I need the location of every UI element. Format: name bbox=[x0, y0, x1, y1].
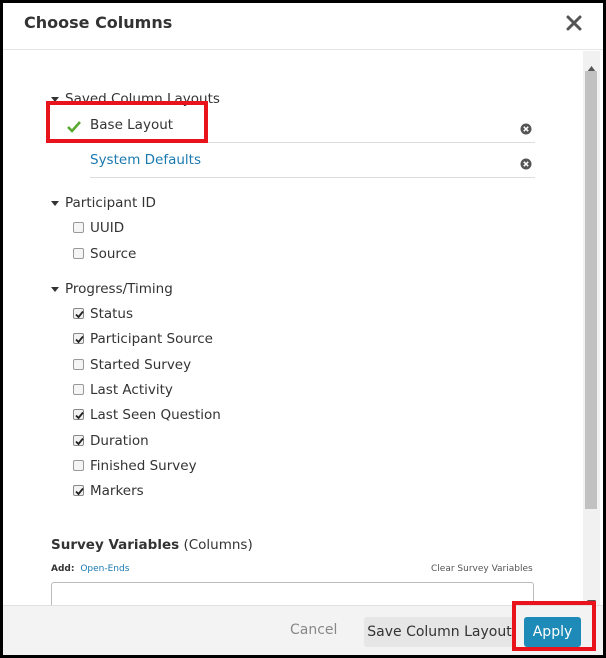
clear-survey-variables-link[interactable]: Clear Survey Variables bbox=[431, 564, 533, 574]
chevron-down-icon bbox=[516, 595, 526, 605]
layout-item-system-defaults[interactable]: System Defaults bbox=[90, 144, 535, 178]
checkbox-label: UUID bbox=[90, 220, 125, 236]
checkbox-checked[interactable] bbox=[73, 485, 84, 496]
checkbox-label: Finished Survey bbox=[90, 458, 197, 474]
choose-columns-dialog: Choose Columns Saved Column Layouts Base… bbox=[3, 3, 603, 655]
add-label: Add: bbox=[51, 564, 75, 574]
layout-name: Base Layout bbox=[90, 117, 174, 133]
caret-down-icon bbox=[51, 287, 59, 292]
caret-down-icon bbox=[51, 97, 59, 102]
checkmark-icon bbox=[67, 118, 81, 133]
section-label: Progress/Timing bbox=[65, 281, 173, 297]
checkbox-box[interactable] bbox=[73, 222, 84, 233]
checkbox-label: Status bbox=[90, 306, 134, 322]
layout-name-link[interactable]: System Defaults bbox=[90, 152, 201, 168]
checkbox-box[interactable] bbox=[73, 248, 84, 259]
checkbox-label: Participant Source bbox=[90, 331, 213, 347]
add-row: Add: Open-Ends bbox=[51, 564, 129, 574]
scroll-up-arrow-icon[interactable] bbox=[587, 57, 596, 72]
survey-variables-select[interactable] bbox=[51, 582, 534, 605]
checkbox-checked[interactable] bbox=[73, 435, 84, 446]
checkbox-checked[interactable] bbox=[73, 333, 84, 344]
checkbox-label: Last Seen Question bbox=[90, 407, 221, 423]
save-column-layout-button[interactable]: Save Column Layout bbox=[364, 617, 515, 647]
dialog-footer: Cancel Save Column Layout Apply bbox=[3, 605, 603, 655]
checkbox-box[interactable] bbox=[73, 359, 84, 370]
remove-circle-icon[interactable] bbox=[520, 155, 532, 170]
scroll-down-arrow-icon[interactable] bbox=[587, 591, 596, 606]
section-label: Participant ID bbox=[65, 195, 156, 211]
layout-item-base-layout[interactable]: Base Layout bbox=[67, 109, 535, 143]
close-icon[interactable] bbox=[564, 13, 584, 33]
checkbox-label: Duration bbox=[90, 433, 149, 449]
dialog-body: Saved Column Layouts Base Layout System … bbox=[3, 51, 603, 605]
checkbox-checked[interactable] bbox=[73, 409, 84, 420]
dialog-title: Choose Columns bbox=[24, 13, 173, 32]
checkbox-box[interactable] bbox=[73, 384, 84, 395]
cancel-button[interactable]: Cancel bbox=[290, 622, 337, 638]
checkbox-label: Last Activity bbox=[90, 382, 173, 398]
survey-variables-title: Survey Variables (Columns) bbox=[51, 537, 253, 553]
section-label: Saved Column Layouts bbox=[65, 91, 220, 107]
checkbox-label: Started Survey bbox=[90, 357, 192, 373]
checkbox-box[interactable] bbox=[73, 460, 84, 471]
survey-variables-heading: Survey Variables bbox=[51, 537, 180, 553]
dialog-header: Choose Columns bbox=[3, 3, 603, 50]
checkbox-label: Source bbox=[90, 246, 137, 262]
checkbox-checked[interactable] bbox=[73, 308, 84, 319]
checkbox-label: Markers bbox=[90, 483, 144, 499]
caret-down-icon bbox=[51, 201, 59, 206]
scrollbar-thumb[interactable] bbox=[585, 71, 597, 509]
survey-variables-suffix: (Columns) bbox=[183, 537, 253, 553]
remove-circle-icon[interactable] bbox=[520, 120, 532, 135]
add-open-ends-link[interactable]: Open-Ends bbox=[80, 564, 129, 574]
apply-button[interactable]: Apply bbox=[524, 617, 581, 647]
vertical-scrollbar[interactable] bbox=[583, 51, 600, 606]
